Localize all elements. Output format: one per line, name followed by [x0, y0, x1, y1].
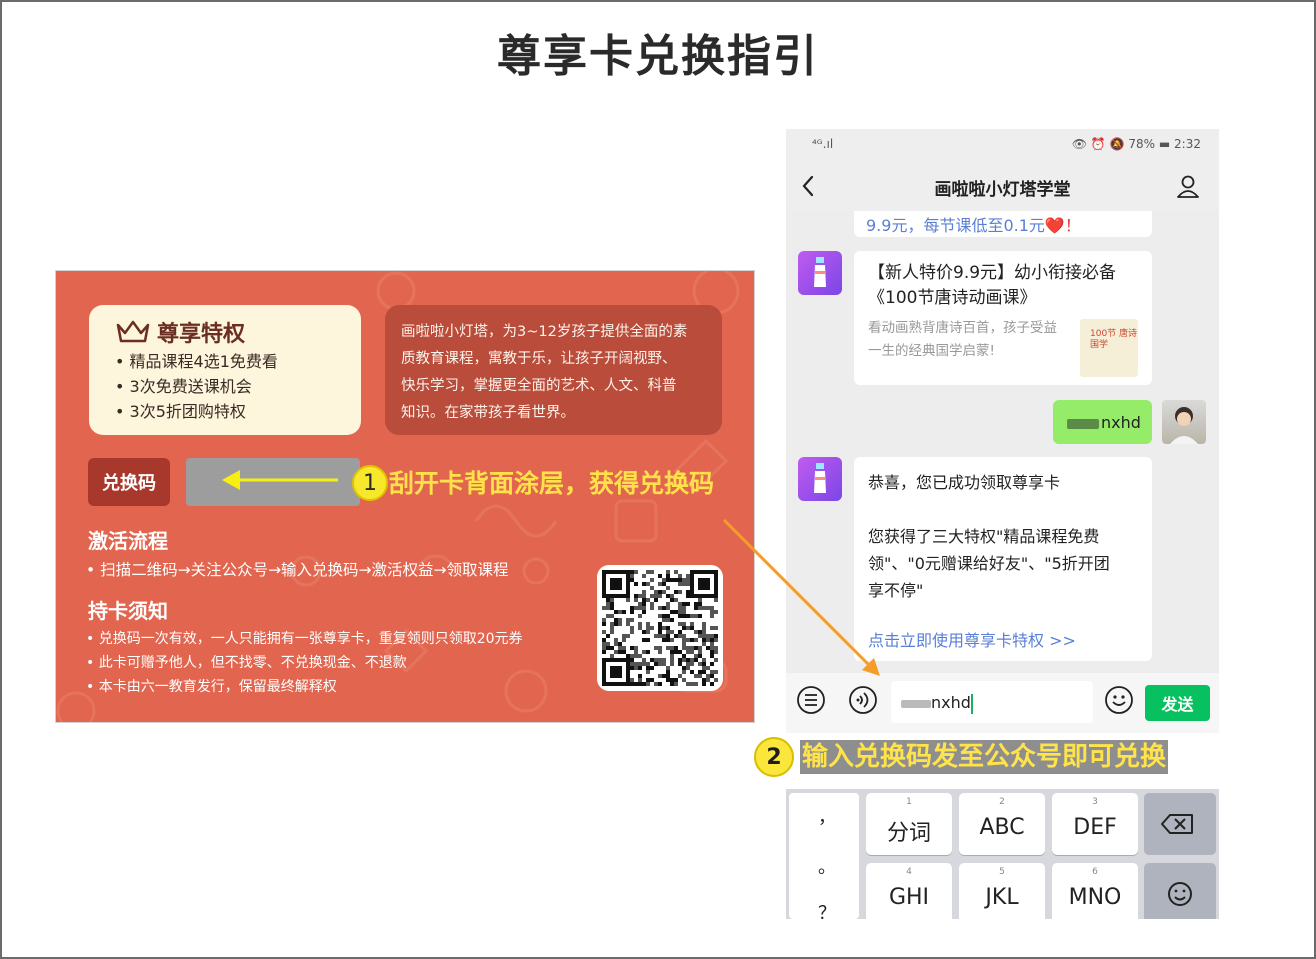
intro-line: 质教育课程，寓教于乐，让孩子开阔视野、	[401, 351, 677, 367]
status-icons: 👁 ⏰ 🔕 78% ▬ 2:32	[1071, 137, 1201, 151]
key-label: GHI	[888, 885, 930, 910]
course-thumbnail: 100节 唐诗国学	[1080, 319, 1138, 377]
blurred-code	[901, 699, 931, 708]
key-label: MNO	[1068, 885, 1122, 910]
person-icon	[1170, 407, 1198, 444]
qr-code-image	[602, 570, 718, 686]
punct-key[interactable]: 。	[789, 853, 865, 879]
crown-icon	[116, 320, 150, 343]
key-4[interactable]: 4 GHI	[866, 863, 952, 919]
emoji-icon[interactable]	[1104, 685, 1134, 715]
page-title: 尊享卡兑换指引	[497, 31, 819, 82]
scratch-off-area[interactable]	[186, 458, 360, 506]
official-account-avatar[interactable]	[798, 251, 842, 295]
key-label: DEF	[1073, 815, 1117, 840]
status-bar: ⁴ᴳ.ıl 👁 ⏰ 🔕 78% ▬ 2:32	[786, 129, 1219, 161]
course-description: 看动画熟背唐诗百首，孩子受益一生的经典国学启蒙!	[868, 320, 1057, 359]
phone-screenshot: ⁴ᴳ.ıl 👁 ⏰ 🔕 78% ▬ 2:32 画啦啦小灯塔学堂 9.9元，每节课…	[786, 129, 1219, 919]
signal-icon: ⁴ᴳ.ıl	[812, 137, 834, 151]
key-5[interactable]: 5 JKL	[959, 863, 1045, 919]
chat-message-list[interactable]: 9.9元，每节课低至0.1元❤️！ 【新人特价9.9元】幼小衔接必备 《100节…	[786, 211, 1219, 673]
message-input[interactable]: nxhd	[891, 681, 1093, 723]
key-6[interactable]: 6 MNO	[1052, 863, 1138, 919]
my-avatar[interactable]	[1162, 400, 1206, 444]
course-title: 【新人特价9.9元】幼小衔接必备 《100节唐诗动画课》	[868, 261, 1138, 311]
key-label: 分词	[886, 821, 931, 846]
emoji-icon	[1168, 882, 1192, 906]
my-message-text: nxhd	[1101, 413, 1141, 432]
send-button[interactable]: 发送	[1145, 685, 1210, 721]
backspace-icon	[1161, 814, 1193, 834]
congrats-line: 恭喜，您已成功领取尊享卡	[868, 473, 1061, 492]
congrats-line: 享不停"	[868, 581, 924, 600]
key-3[interactable]: 3 DEF	[1052, 793, 1138, 855]
step1-badge: 1	[352, 465, 388, 501]
official-account-avatar[interactable]	[798, 457, 842, 501]
punct-key[interactable]: ，	[789, 803, 865, 829]
congrats-line: 领"、"0元赠课给好友"、"5折开团	[868, 554, 1110, 573]
privilege-item: 3次5折团购特权	[115, 399, 361, 424]
step2-text: 输入兑换码发至公众号即可兑换	[800, 740, 1169, 774]
key-number: 4	[906, 867, 912, 877]
blurred-code	[1067, 418, 1099, 429]
privilege-title: 尊享特权	[157, 322, 246, 347]
key-number: 1	[906, 797, 912, 807]
notice-item: 本卡由六一教育发行，保留最终解释权	[86, 676, 337, 696]
code-label: 兑换码	[88, 458, 170, 506]
key-number: 5	[999, 867, 1005, 877]
notice-item: 此卡可赠予他人，但不找零、不兑换现金、不退款	[86, 652, 407, 672]
chat-nav-bar: 画啦啦小灯塔学堂	[786, 161, 1219, 211]
course-title-line: 《100节唐诗动画课》	[868, 288, 1037, 308]
congrats-message: 恭喜，您已成功领取尊享卡 您获得了三大特权"精品课程免费 领"、"0元赠课给好友…	[854, 457, 1152, 661]
input-text: nxhd	[931, 693, 971, 712]
privilege-item: 3次免费送课机会	[115, 374, 361, 399]
notice-item: 兑换码一次有效，一人只能拥有一张尊享卡，重复领则只领取20元券	[86, 628, 523, 648]
keyboard: ， 。 ？ 1 分词 2 ABC 3 DEF 4 GHI 5 JKL 6 MNO	[786, 789, 1219, 919]
backspace-key[interactable]	[1144, 793, 1216, 855]
privilege-panel: 尊享特权 精品课程4选1免费看 3次免费送课机会 3次5折团购特权	[89, 305, 361, 435]
step2-badge: 2	[754, 737, 794, 777]
intro-line: 知识。在家带孩子看世界。	[401, 405, 575, 421]
activate-steps: 扫描二维码→关注公众号→输入兑换码→激活权益→领取课程	[86, 558, 508, 580]
key-1[interactable]: 1 分词	[866, 793, 952, 855]
key-number: 2	[999, 797, 1005, 807]
activate-title: 激活流程	[88, 529, 168, 553]
emoji-key[interactable]	[1144, 863, 1216, 919]
congrats-line: 您获得了三大特权"精品课程免费	[868, 527, 1100, 546]
course-title-line: 【新人特价9.9元】幼小衔接必备	[868, 263, 1117, 283]
key-2[interactable]: 2 ABC	[959, 793, 1045, 855]
intro-line: 画啦啦小灯塔，为3~12岁孩子提供全面的素	[401, 324, 688, 340]
voice-icon[interactable]	[848, 685, 878, 715]
my-message-bubble: nxhd	[1053, 400, 1152, 444]
profile-icon[interactable]	[1175, 173, 1201, 199]
privilege-item: 精品课程4选1免费看	[115, 349, 361, 374]
step1-text: 刮开卡背面涂层，获得兑换码	[389, 469, 715, 498]
course-card-message[interactable]: 【新人特价9.9元】幼小衔接必备 《100节唐诗动画课》 看动画熟背唐诗百首，孩…	[854, 251, 1152, 385]
use-privilege-link[interactable]: 点击立即使用尊享卡特权 >>	[868, 627, 1076, 651]
chat-title: 画啦啦小灯塔学堂	[934, 180, 1071, 200]
lighthouse-icon	[814, 257, 826, 287]
key-label: ABC	[979, 815, 1025, 840]
intro-panel: 画啦啦小灯塔，为3~12岁孩子提供全面的素 质教育课程，寓教于乐，让孩子开阔视野…	[385, 305, 722, 435]
punct-key[interactable]: ？	[789, 899, 865, 919]
course-thumbnail-text: 100节 唐诗国学	[1090, 329, 1138, 350]
message-text: 9.9元，每节课低至0.1元	[866, 216, 1045, 235]
notice-title: 持卡须知	[88, 599, 168, 623]
qr-code[interactable]	[597, 565, 723, 691]
congrats-line	[868, 496, 1138, 523]
message-input-bar: nxhd 发送	[786, 673, 1219, 733]
text-caret	[970, 693, 973, 714]
menu-list-icon[interactable]	[796, 685, 826, 715]
key-number: 6	[1092, 867, 1098, 877]
punctuation-column: ， 。 ？	[789, 793, 859, 919]
key-number: 3	[1092, 797, 1098, 807]
lighthouse-icon	[814, 463, 826, 493]
message-bubble: 9.9元，每节课低至0.1元❤️！	[854, 211, 1152, 237]
heart-icon: ❤️！	[1044, 216, 1081, 235]
intro-line: 快乐学习，掌握更全面的艺术、人文、科普	[401, 378, 677, 394]
key-label: JKL	[985, 885, 1019, 910]
